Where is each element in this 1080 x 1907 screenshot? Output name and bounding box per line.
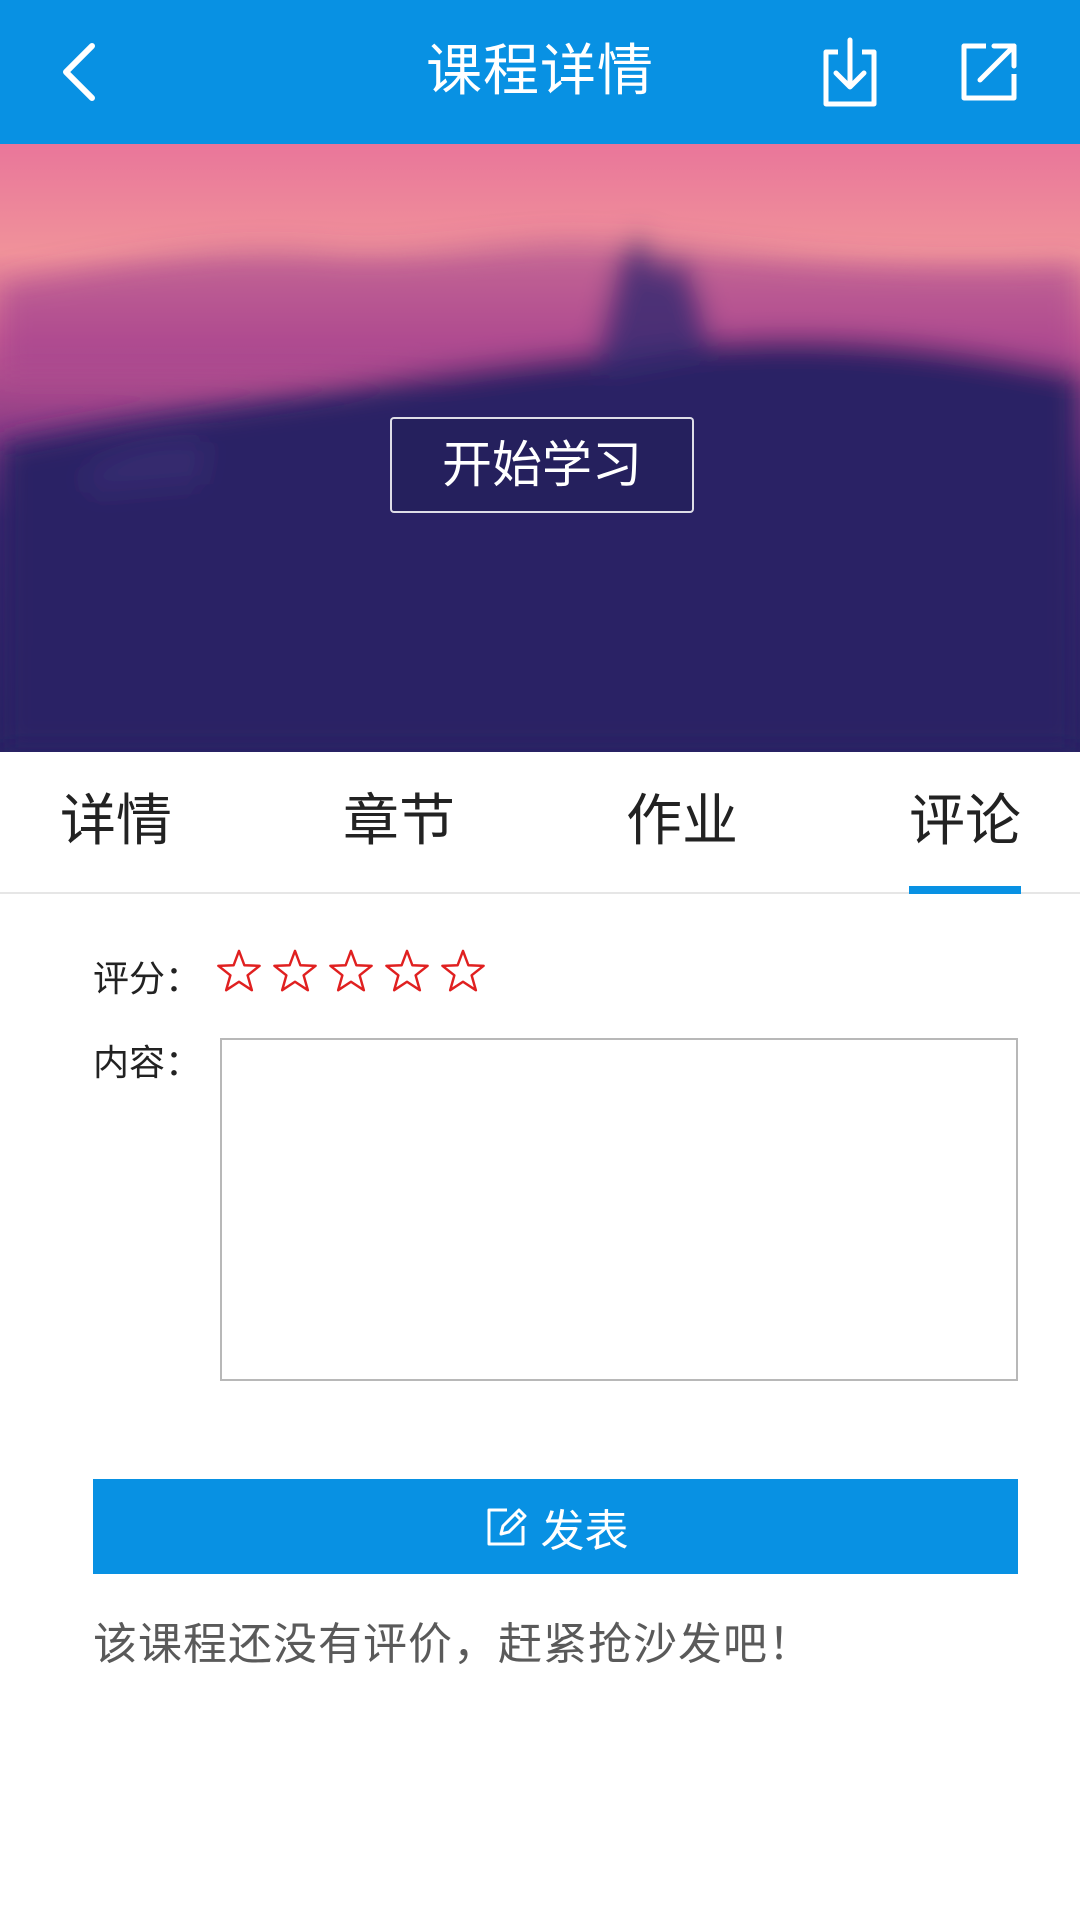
tab-comments[interactable]: 评论 — [905, 752, 1025, 894]
tab-label: 详情 — [60, 789, 172, 854]
top-app-bar: 课程详情 — [0, 0, 1080, 144]
star-icon[interactable] — [384, 948, 430, 994]
download-icon[interactable] — [818, 36, 882, 110]
tab-homework[interactable]: 作业 — [622, 752, 742, 892]
publish-label: 发表 — [540, 1506, 629, 1556]
publish-button[interactable]: 发表 — [93, 1479, 1018, 1574]
content-label: 内容： — [93, 1043, 202, 1084]
share-external-icon[interactable] — [956, 40, 1020, 104]
course-cover-image: 开始学习 — [0, 144, 1080, 752]
active-tab-indicator — [909, 886, 1021, 894]
tab-chapters[interactable]: 章节 — [339, 752, 459, 892]
tab-label: 作业 — [626, 789, 738, 854]
page-title: 课程详情 — [426, 39, 654, 104]
star-icon[interactable] — [328, 948, 374, 994]
star-icon[interactable] — [272, 948, 318, 994]
star-icon[interactable] — [440, 948, 486, 994]
rating-label: 评分： — [93, 959, 202, 1000]
tab-label: 评论 — [909, 789, 1021, 854]
edit-icon — [487, 1508, 526, 1545]
empty-reviews-message: 该课程还没有评价，赶紧抢沙发吧！ — [93, 1619, 813, 1670]
review-content-input[interactable] — [220, 1038, 1018, 1381]
star-icon[interactable] — [216, 948, 262, 994]
start-learning-button[interactable]: 开始学习 — [390, 417, 694, 513]
tab-label: 章节 — [343, 789, 455, 854]
tab-details[interactable]: 详情 — [56, 752, 176, 892]
course-tabs: 详情 章节 作业 评论 — [0, 752, 1080, 894]
star-rating — [216, 948, 491, 1000]
